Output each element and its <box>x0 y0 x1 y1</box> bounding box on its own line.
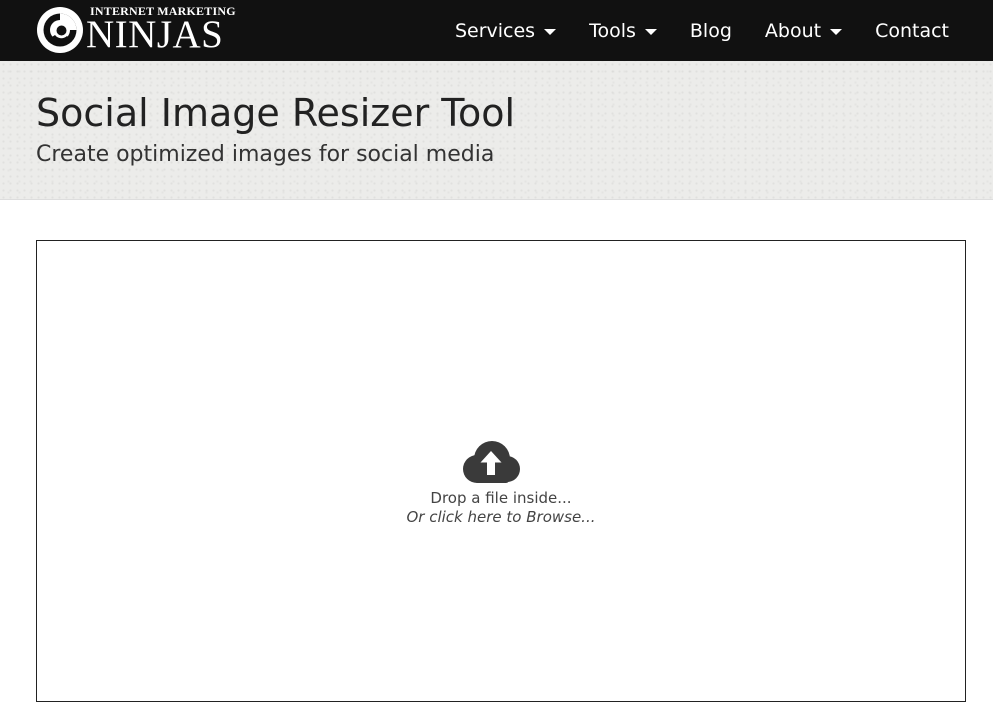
main-nav: Services Tools Blog About Contact <box>422 0 949 61</box>
brand-logo[interactable]: INTERNET MARKETING NINJAS <box>35 4 236 58</box>
file-dropzone[interactable]: Drop a file inside... Or click here to B… <box>36 240 966 702</box>
nav-item-blog[interactable]: Blog <box>690 20 732 42</box>
nav-item-label: About <box>764 19 822 42</box>
cloud-upload-icon <box>463 441 520 483</box>
nav-item-label: Blog <box>689 19 732 42</box>
drop-instruction: Drop a file inside... <box>430 489 572 507</box>
nav-item-about[interactable]: About <box>764 19 843 42</box>
hero-banner: Social Image Resizer Tool Create optimiz… <box>0 61 993 200</box>
caret-down-icon <box>644 28 657 35</box>
page-subtitle: Create optimized images for social media <box>36 142 495 167</box>
nav-item-label: Tools <box>589 19 636 42</box>
swirl-logo-icon <box>37 7 83 53</box>
nav-item-label: Contact <box>875 19 949 42</box>
page-title: Social Image Resizer Tool <box>36 91 516 135</box>
nav-item-label: Services <box>454 19 536 42</box>
caret-down-icon <box>830 28 843 35</box>
brand-name: NINJAS <box>86 13 224 56</box>
browse-link[interactable]: Or click here to Browse... <box>37 508 965 527</box>
nav-item-contact[interactable]: Contact <box>875 20 949 42</box>
top-navbar: INTERNET MARKETING NINJAS Services Tools… <box>0 0 993 61</box>
nav-item-services[interactable]: Services <box>454 19 557 42</box>
caret-down-icon <box>544 28 557 35</box>
nav-item-tools[interactable]: Tools <box>589 20 657 42</box>
